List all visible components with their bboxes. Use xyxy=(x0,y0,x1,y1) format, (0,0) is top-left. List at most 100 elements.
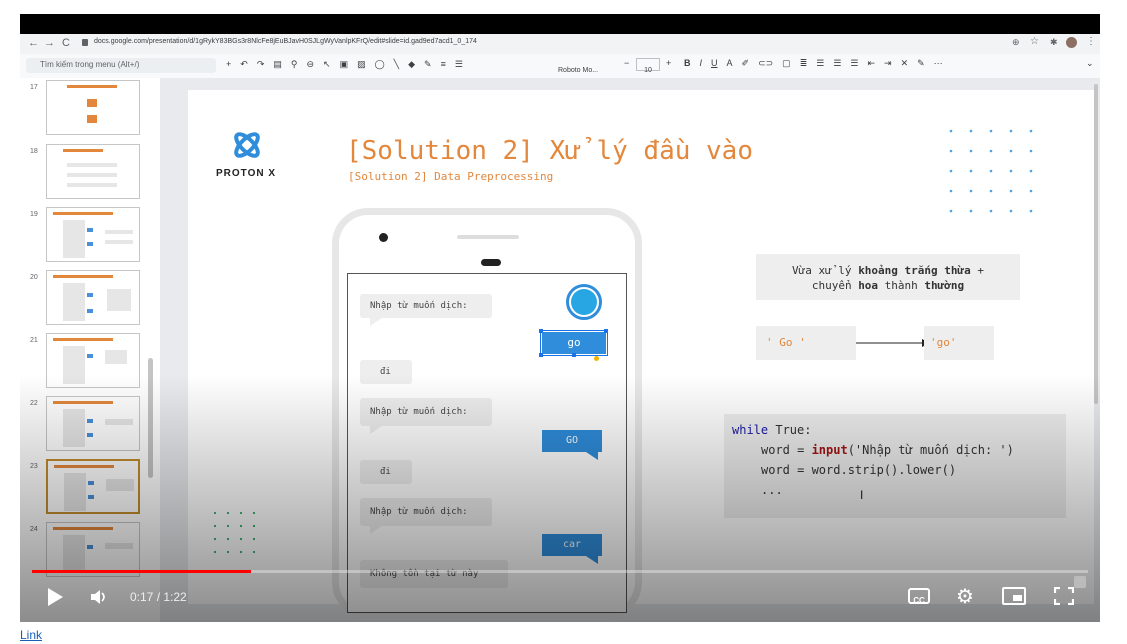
chat-bubble-bot: Nhập từ muốn dịch: xyxy=(360,294,492,318)
text-color-icon[interactable]: A xyxy=(727,58,733,69)
slide-thumbnail[interactable] xyxy=(46,207,140,262)
transform-input-text: ' Go ' xyxy=(766,336,806,349)
slide-number: 19 xyxy=(30,211,38,218)
slide-thumbnail[interactable] xyxy=(46,522,140,577)
font-size-decrease-button[interactable]: − xyxy=(624,58,629,68)
menu-search-placeholder: Tìm kiếm trong menu (Alt+/) xyxy=(40,60,140,69)
play-icon[interactable] xyxy=(46,587,64,607)
transform-input-box: ' Go ' xyxy=(756,326,856,360)
more-icon[interactable]: ⋯ xyxy=(934,58,943,69)
slide-thumbnail[interactable] xyxy=(46,144,140,199)
collapse-toolbar-icon[interactable]: ⌄ xyxy=(1086,58,1094,69)
video-player[interactable]: ← → C docs.google.com/presentation/d/1gR… xyxy=(20,14,1100,622)
add-to-queue-icon[interactable] xyxy=(1074,576,1086,588)
dot-grid-decoration xyxy=(949,129,1033,213)
forward-icon[interactable]: → xyxy=(44,37,55,49)
chat-bubble-user-selected[interactable]: go xyxy=(540,330,608,356)
time-display: 0:17 / 1:22 xyxy=(130,590,187,604)
phone-mockup: Nhập từ muốn dịch: go đi Nhập từ muốn dị… xyxy=(332,208,642,618)
slide-canvas[interactable]: PROTON X [Solution 2] Xử lý đầu vào [Sol… xyxy=(188,90,1094,618)
zoom-menu-icon[interactable]: ⊖ xyxy=(306,59,314,73)
slide-number: 22 xyxy=(30,400,38,407)
selection-handle[interactable] xyxy=(594,356,599,361)
clear-format-icon[interactable]: ✕ xyxy=(901,58,909,69)
slide-number: 24 xyxy=(30,526,38,533)
phone-camera xyxy=(379,233,388,242)
print-icon[interactable]: ▤ xyxy=(273,59,282,73)
menu-search-input[interactable]: Tìm kiếm trong menu (Alt+/) xyxy=(26,58,216,73)
chat-bubble-tail xyxy=(586,452,598,460)
new-slide-icon[interactable]: + xyxy=(226,59,231,73)
back-icon[interactable]: ← xyxy=(28,37,39,49)
code-block: while True: word = input('Nhập từ muốn d… xyxy=(724,414,1066,518)
chat-text: GO xyxy=(565,435,579,446)
fill-color-icon[interactable]: ◆ xyxy=(408,59,415,73)
settings-gear-icon[interactable]: ⚙ xyxy=(956,584,974,609)
logo-text: PROTON X xyxy=(216,168,277,179)
bulleted-list-icon[interactable]: ☰ xyxy=(850,58,858,69)
chat-bubble-tail xyxy=(370,318,382,326)
star-icon[interactable]: ☆ xyxy=(1030,36,1039,47)
progress-track[interactable] xyxy=(32,570,1088,573)
profile-avatar[interactable] xyxy=(1066,37,1077,48)
slide-number: 17 xyxy=(30,84,38,91)
font-size-increase-button[interactable]: + xyxy=(666,58,671,68)
volume-icon[interactable] xyxy=(90,589,108,605)
indent-decrease-icon[interactable]: ⇤ xyxy=(867,58,875,69)
highlight-icon[interactable]: ✐ xyxy=(742,58,750,69)
undo-icon[interactable]: ↶ xyxy=(240,59,248,73)
chat-bubble-bot: đi xyxy=(360,360,412,384)
code-line: while True: xyxy=(732,423,812,437)
selection-handle[interactable] xyxy=(572,353,576,357)
border-color-icon[interactable]: ✎ xyxy=(424,59,432,73)
subtitles-button[interactable]: CC xyxy=(908,588,930,605)
image-icon[interactable]: ▨ xyxy=(357,59,366,73)
selection-handle[interactable] xyxy=(539,329,543,333)
chat-bubble-user: car xyxy=(542,534,602,556)
paint-format-icon[interactable]: ⚲ xyxy=(291,59,298,73)
indent-increase-icon[interactable]: ⇥ xyxy=(884,58,892,69)
note-box: Vừa xử lý khoảng trắng thừa + chuyển hoa… xyxy=(756,254,1020,300)
slide-thumbnail-selected[interactable] xyxy=(46,459,140,514)
select-icon[interactable]: ↖ xyxy=(323,59,331,73)
fullscreen-icon[interactable] xyxy=(1054,587,1074,605)
selection-handle[interactable] xyxy=(539,353,543,357)
line-spacing-icon[interactable]: ☰ xyxy=(816,58,824,69)
border-weight-icon[interactable]: ≡ xyxy=(441,59,446,73)
font-select[interactable]: Roboto Mo... xyxy=(558,59,614,74)
align-icon[interactable]: ≣ xyxy=(800,58,808,69)
slide-thumbnail[interactable] xyxy=(46,80,140,135)
chat-text: Nhập từ muốn dịch: xyxy=(370,407,468,417)
textbox-icon[interactable]: ▣ xyxy=(340,59,349,73)
extensions-icon[interactable]: ✱ xyxy=(1050,37,1058,48)
italic-icon[interactable]: I xyxy=(700,58,703,69)
border-dash-icon[interactable]: ☰ xyxy=(455,59,463,73)
reload-icon[interactable]: C xyxy=(62,37,70,49)
redo-icon[interactable]: ↷ xyxy=(257,59,265,73)
slides-toolbar: Tìm kiếm trong menu (Alt+/) + ↶ ↷ ▤ ⚲ ⊖ … xyxy=(20,54,1100,79)
lock-icon xyxy=(82,39,88,46)
line-icon[interactable]: ╲ xyxy=(394,59,399,73)
url-text[interactable]: docs.google.com/presentation/d/1gRykY83B… xyxy=(94,38,477,45)
miniplayer-icon[interactable] xyxy=(1002,587,1026,605)
link[interactable]: Link xyxy=(20,628,42,642)
slide-thumbnail[interactable] xyxy=(46,270,140,325)
slide-thumbnail[interactable] xyxy=(46,396,140,451)
link-icon[interactable]: ⊂⊃ xyxy=(758,58,773,69)
font-size-input[interactable]: 10 xyxy=(636,58,660,74)
shape-icon[interactable]: ◯ xyxy=(375,59,385,73)
menu-dots-icon[interactable]: ⋮ xyxy=(1086,36,1096,47)
filmstrip-scrollbar[interactable] xyxy=(148,358,153,478)
slide-filmstrip[interactable]: 17 18 19 20 21 22 23 24 xyxy=(20,78,160,622)
editor-scrollbar[interactable] xyxy=(1094,84,1098,404)
chat-text: đi xyxy=(380,367,391,377)
zoom-icon[interactable]: ⊕ xyxy=(1012,37,1020,48)
selection-handle[interactable] xyxy=(604,329,608,333)
slide-thumbnail[interactable] xyxy=(46,333,140,388)
browser-address-bar: ← → C docs.google.com/presentation/d/1gR… xyxy=(20,34,1100,54)
edit-mode-icon[interactable]: ✎ xyxy=(917,58,925,69)
numbered-list-icon[interactable]: ☰ xyxy=(833,58,841,69)
comment-icon[interactable]: ▢ xyxy=(782,58,791,69)
bold-icon[interactable]: B xyxy=(684,58,691,69)
underline-icon[interactable]: U xyxy=(711,58,718,69)
